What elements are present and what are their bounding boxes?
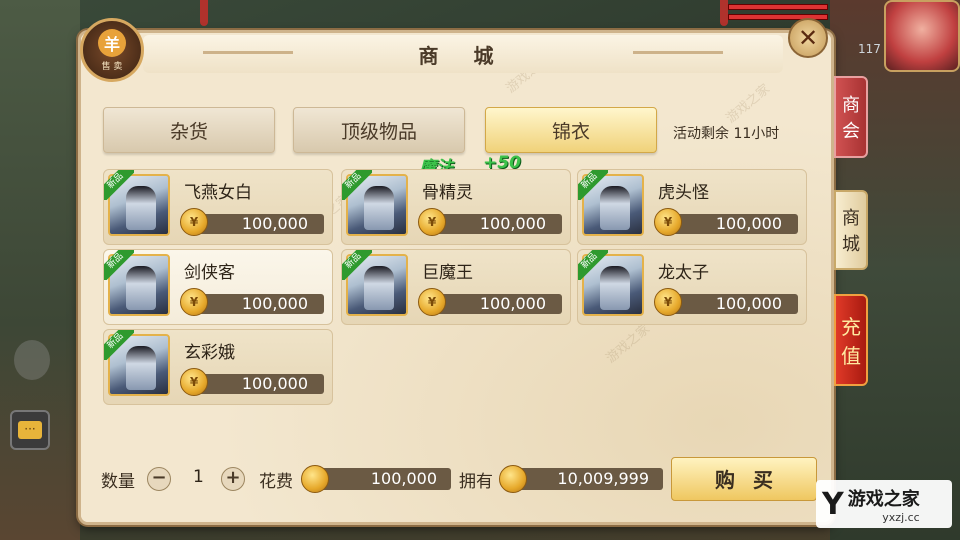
shop-panel: 游戏之家 游戏之家 游戏之家 游戏之家 商 城 杂货 顶级物品 锦衣 活动剩余 … (78, 30, 834, 525)
item-name: 飞燕女白 (184, 183, 252, 203)
sell-button[interactable]: 羊 售 卖 (80, 18, 144, 82)
cost-value: 100,000 (317, 468, 451, 490)
new-badge: 新品 (342, 170, 372, 200)
sell-label: 售 卖 (101, 61, 123, 72)
item-name: 巨魔王 (422, 263, 473, 283)
item-name: 虎头怪 (658, 183, 709, 203)
item-name: 玄彩娥 (184, 343, 235, 363)
coin-icon: ¥ (418, 288, 446, 316)
new-badge: 新品 (104, 250, 134, 280)
item-card[interactable]: 新品 巨魔王 100,000 ¥ (341, 249, 571, 325)
new-badge: 新品 (104, 170, 134, 200)
page-title: 商 城 (418, 43, 508, 68)
tab-costume[interactable]: 锦衣 (485, 107, 657, 153)
quantity-plus-button[interactable]: + (221, 467, 245, 491)
logo-mark: Y (822, 486, 844, 522)
background-left (0, 0, 80, 540)
coin-icon: ¥ (180, 288, 208, 316)
item-price: 100,000 (196, 294, 324, 314)
item-name: 龙太子 (658, 263, 709, 283)
purchase-bar: 数量 − 1 + 花费 100,000 拥有 10,009,999 购买 (81, 457, 831, 517)
owned-label: 拥有 (459, 472, 493, 492)
item-card[interactable]: 新品 飞燕女白 100,000 ¥ (103, 169, 333, 245)
item-name: 剑侠客 (184, 263, 235, 283)
side-tab-mall[interactable]: 商 城 (834, 190, 868, 270)
coin-icon: ¥ (654, 288, 682, 316)
hanging-rope (720, 0, 728, 26)
new-badge: 新品 (578, 250, 608, 280)
item-card[interactable]: 新品 龙太子 100,000 ¥ (577, 249, 807, 325)
coin-icon: ¥ (654, 208, 682, 236)
coin-icon (301, 465, 329, 493)
item-card[interactable]: 新品 骨精灵 100,000 ¥ (341, 169, 571, 245)
logo-name: 游戏之家 (847, 488, 920, 510)
pet-icon[interactable] (14, 340, 50, 380)
sell-icon: 羊 (98, 28, 126, 57)
level-number: 117 (858, 42, 881, 56)
quantity-value[interactable]: 1 (193, 467, 204, 487)
hanging-rope (200, 0, 208, 26)
side-tab-recharge[interactable]: 充 值 (834, 294, 868, 386)
item-price: 100,000 (196, 374, 324, 394)
item-price: 100,000 (670, 294, 798, 314)
site-logo: Y 游戏之家 yxzj.cc (816, 480, 952, 528)
new-badge: 新品 (342, 250, 372, 280)
cost-label: 花费 (259, 472, 293, 492)
item-price: 100,000 (670, 214, 798, 234)
tab-groceries[interactable]: 杂货 (103, 107, 275, 153)
player-avatar[interactable] (884, 0, 960, 72)
coin-icon: ¥ (418, 208, 446, 236)
item-price: 100,000 (434, 214, 562, 234)
title-bar: 商 城 (143, 35, 783, 73)
coin-icon: ¥ (180, 208, 208, 236)
activity-timer: 活动剩余 11小时 (673, 126, 780, 142)
logo-site: yxzj.cc (882, 510, 920, 524)
item-price: 100,000 (196, 214, 324, 234)
close-button[interactable]: ✕ (788, 18, 828, 58)
quantity-label: 数量 (101, 472, 135, 492)
new-badge: 新品 (578, 170, 608, 200)
chat-button[interactable]: ··· (10, 410, 50, 450)
item-name: 骨精灵 (422, 183, 473, 203)
chat-icon: ··· (18, 421, 42, 439)
item-card-selected[interactable]: 新品 剑侠客 100,000 ¥ (103, 249, 333, 325)
coin-icon (499, 465, 527, 493)
item-price: 100,000 (434, 294, 562, 314)
item-card[interactable]: 新品 虎头怪 100,000 ¥ (577, 169, 807, 245)
buy-button[interactable]: 购买 (671, 457, 817, 501)
new-badge: 新品 (104, 330, 134, 360)
owned-value: 10,009,999 (517, 468, 663, 490)
side-tab-guild[interactable]: 商 会 (834, 76, 868, 158)
item-card[interactable]: 新品 玄彩娥 100,000 ¥ (103, 329, 333, 405)
quantity-minus-button[interactable]: − (147, 467, 171, 491)
coin-icon: ¥ (180, 368, 208, 396)
tab-top-items[interactable]: 顶级物品 (293, 107, 465, 153)
